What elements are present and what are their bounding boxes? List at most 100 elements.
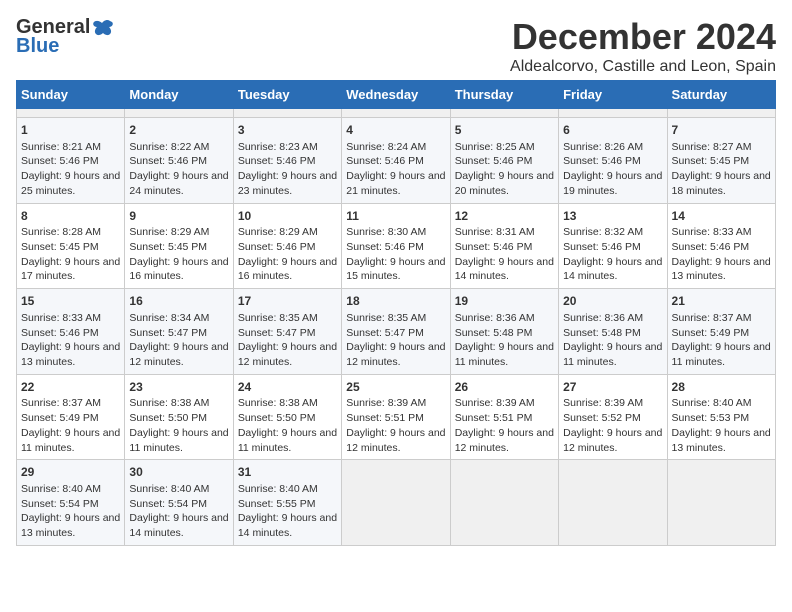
day-number: 13 (563, 208, 662, 225)
calendar-cell: 29 Sunrise: 8:40 AM Sunset: 5:54 PM Dayligh… (17, 460, 125, 546)
calendar-cell: 20Sunrise: 8:36 AMSunset: 5:48 PMDayligh… (559, 289, 667, 375)
daylight-text: Daylight: 9 hours and 13 minutes. (21, 341, 120, 368)
sunset-text: Sunset: 5:46 PM (238, 155, 316, 167)
week-row-6: 29 Sunrise: 8:40 AM Sunset: 5:54 PM Dayligh… (17, 460, 776, 546)
daylight-text: Daylight: 9 hours and 17 minutes. (21, 256, 120, 283)
day-header-friday: Friday (559, 81, 667, 109)
day-header-thursday: Thursday (450, 81, 558, 109)
daylight-text: Daylight: 9 hours and 12 minutes. (563, 427, 662, 454)
day-number: 12 (455, 208, 554, 225)
daylight-text: Daylight: 9 hours and 13 minutes. (21, 512, 120, 539)
calendar-cell (450, 109, 558, 118)
sunrise-text: Sunrise: 8:40 AM (238, 483, 318, 495)
sunset-text: Sunset: 5:47 PM (129, 327, 207, 339)
sunset-text: Sunset: 5:51 PM (346, 412, 424, 424)
daylight-text: Daylight: 9 hours and 12 minutes. (238, 341, 337, 368)
sunrise-text: Sunrise: 8:40 AM (21, 483, 101, 495)
day-number: 28 (672, 379, 771, 396)
sunrise-text: Sunrise: 8:35 AM (346, 312, 426, 324)
day-header-tuesday: Tuesday (233, 81, 341, 109)
calendar-cell: 15 Sunrise: 8:33 AM Sunset: 5:46 PM Dayligh… (17, 289, 125, 375)
day-number: 31 (238, 464, 337, 481)
sunrise-text: Sunrise: 8:22 AM (129, 141, 209, 153)
sunrise-text: Sunrise: 8:32 AM (563, 226, 643, 238)
calendar-cell: 31 Sunrise: 8:40 AM Sunset: 5:55 PM Dayligh… (233, 460, 341, 546)
sunset-text: Sunset: 5:46 PM (21, 327, 99, 339)
day-number: 5 (455, 122, 554, 139)
sunset-text: Sunset: 5:49 PM (672, 327, 750, 339)
sunset-text: Sunset: 5:55 PM (238, 498, 316, 510)
calendar-cell: 26Sunrise: 8:39 AMSunset: 5:51 PMDayligh… (450, 374, 558, 460)
sunrise-text: Sunrise: 8:39 AM (455, 397, 535, 409)
sunset-text: Sunset: 5:48 PM (563, 327, 641, 339)
day-number: 1 (21, 122, 120, 139)
sunset-text: Sunset: 5:46 PM (563, 155, 641, 167)
sunrise-text: Sunrise: 8:36 AM (455, 312, 535, 324)
calendar-cell: 6Sunrise: 8:26 AMSunset: 5:46 PMDaylight… (559, 118, 667, 204)
day-number: 16 (129, 293, 228, 310)
daylight-text: Daylight: 9 hours and 24 minutes. (129, 170, 228, 197)
day-number: 10 (238, 208, 337, 225)
calendar-cell (667, 109, 775, 118)
sunrise-text: Sunrise: 8:40 AM (672, 397, 752, 409)
calendar-cell: 21Sunrise: 8:37 AMSunset: 5:49 PMDayligh… (667, 289, 775, 375)
daylight-text: Daylight: 9 hours and 11 minutes. (455, 341, 554, 368)
calendar-cell: 18Sunrise: 8:35 AMSunset: 5:47 PMDayligh… (342, 289, 450, 375)
daylight-text: Daylight: 9 hours and 11 minutes. (563, 341, 662, 368)
sunrise-text: Sunrise: 8:37 AM (21, 397, 101, 409)
day-number: 18 (346, 293, 445, 310)
day-number: 9 (129, 208, 228, 225)
calendar-cell: 9Sunrise: 8:29 AMSunset: 5:45 PMDaylight… (125, 203, 233, 289)
subtitle: Aldealcorvo, Castille and Leon, Spain (510, 58, 776, 76)
calendar-cell: 2Sunrise: 8:22 AMSunset: 5:46 PMDaylight… (125, 118, 233, 204)
calendar-cell: 22Sunrise: 8:37 AMSunset: 5:49 PMDayligh… (17, 374, 125, 460)
day-number: 15 (21, 293, 120, 310)
sunrise-text: Sunrise: 8:24 AM (346, 141, 426, 153)
sunrise-text: Sunrise: 8:28 AM (21, 226, 101, 238)
sunrise-text: Sunrise: 8:39 AM (563, 397, 643, 409)
sunset-text: Sunset: 5:46 PM (129, 155, 207, 167)
daylight-text: Daylight: 9 hours and 14 minutes. (238, 512, 337, 539)
daylight-text: Daylight: 9 hours and 12 minutes. (455, 427, 554, 454)
calendar-cell: 19Sunrise: 8:36 AMSunset: 5:48 PMDayligh… (450, 289, 558, 375)
sunrise-text: Sunrise: 8:30 AM (346, 226, 426, 238)
sunset-text: Sunset: 5:53 PM (672, 412, 750, 424)
daylight-text: Daylight: 9 hours and 12 minutes. (346, 427, 445, 454)
daylight-text: Daylight: 9 hours and 21 minutes. (346, 170, 445, 197)
sunrise-text: Sunrise: 8:23 AM (238, 141, 318, 153)
calendar-cell: 25Sunrise: 8:39 AMSunset: 5:51 PMDayligh… (342, 374, 450, 460)
sunrise-text: Sunrise: 8:29 AM (238, 226, 318, 238)
day-number: 3 (238, 122, 337, 139)
daylight-text: Daylight: 9 hours and 25 minutes. (21, 170, 120, 197)
sunset-text: Sunset: 5:46 PM (238, 241, 316, 253)
day-number: 19 (455, 293, 554, 310)
calendar-cell: 16Sunrise: 8:34 AMSunset: 5:47 PMDayligh… (125, 289, 233, 375)
daylight-text: Daylight: 9 hours and 20 minutes. (455, 170, 554, 197)
day-number: 21 (672, 293, 771, 310)
week-row-5: 22Sunrise: 8:37 AMSunset: 5:49 PMDayligh… (17, 374, 776, 460)
title-block: December 2024 Aldealcorvo, Castille and … (510, 16, 776, 76)
calendar-cell (342, 460, 450, 546)
sunset-text: Sunset: 5:54 PM (129, 498, 207, 510)
sunrise-text: Sunrise: 8:33 AM (672, 226, 752, 238)
daylight-text: Daylight: 9 hours and 11 minutes. (672, 341, 771, 368)
sunset-text: Sunset: 5:54 PM (21, 498, 99, 510)
day-header-wednesday: Wednesday (342, 81, 450, 109)
calendar-cell: 1Sunrise: 8:21 AMSunset: 5:46 PMDaylight… (17, 118, 125, 204)
sunset-text: Sunset: 5:52 PM (563, 412, 641, 424)
daylight-text: Daylight: 9 hours and 23 minutes. (238, 170, 337, 197)
calendar-header-row: SundayMondayTuesdayWednesdayThursdayFrid… (17, 81, 776, 109)
sunset-text: Sunset: 5:46 PM (455, 155, 533, 167)
calendar-cell: 11Sunrise: 8:30 AMSunset: 5:46 PMDayligh… (342, 203, 450, 289)
day-number: 29 (21, 464, 120, 481)
week-row-3: 8Sunrise: 8:28 AMSunset: 5:45 PMDaylight… (17, 203, 776, 289)
daylight-text: Daylight: 9 hours and 13 minutes. (672, 427, 771, 454)
sunrise-text: Sunrise: 8:33 AM (21, 312, 101, 324)
sunset-text: Sunset: 5:49 PM (21, 412, 99, 424)
sunset-text: Sunset: 5:45 PM (129, 241, 207, 253)
calendar-cell: 30Sunrise: 8:40 AMSunset: 5:54 PMDayligh… (125, 460, 233, 546)
calendar-cell: 7Sunrise: 8:27 AMSunset: 5:45 PMDaylight… (667, 118, 775, 204)
day-number: 26 (455, 379, 554, 396)
calendar-cell: 27Sunrise: 8:39 AMSunset: 5:52 PMDayligh… (559, 374, 667, 460)
calendar-cell: 24Sunrise: 8:38 AMSunset: 5:50 PMDayligh… (233, 374, 341, 460)
